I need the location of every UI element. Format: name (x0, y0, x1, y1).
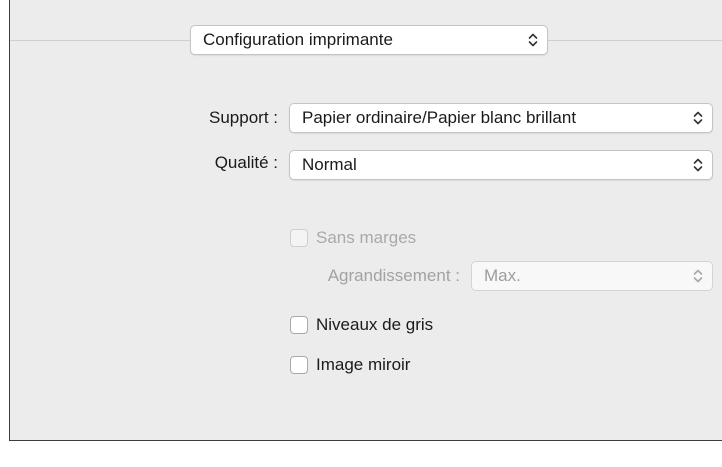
chevron-updown-icon (692, 262, 704, 290)
grayscale-checkbox-row[interactable]: Niveaux de gris (290, 315, 433, 335)
grayscale-label: Niveaux de gris (316, 315, 434, 334)
mirror-image-label: Image miroir (316, 355, 411, 374)
quality-label: Qualité : (214, 153, 278, 172)
support-popup[interactable]: Papier ordinaire/Papier blanc brillant (289, 103, 713, 133)
support-label: Support : (209, 108, 278, 127)
printer-settings-popup-value: Configuration imprimante (203, 30, 393, 49)
chevron-updown-icon (692, 151, 704, 179)
header-divider-left (10, 40, 190, 41)
borderless-checkbox[interactable] (290, 229, 308, 247)
mirror-image-checkbox[interactable] (290, 356, 308, 374)
support-popup-value: Papier ordinaire/Papier blanc brillant (302, 108, 577, 127)
chevron-updown-icon (692, 104, 704, 132)
quality-popup[interactable]: Normal (289, 150, 713, 180)
mirror-image-checkbox-row[interactable]: Image miroir (290, 355, 410, 375)
enlargement-label: Agrandissement : (327, 266, 460, 285)
enlargement-popup[interactable]: Max. (471, 261, 713, 291)
print-dialog-frame: Configuration imprimante Support : Papie… (0, 0, 722, 467)
borderless-checkbox-row[interactable]: Sans marges (290, 228, 416, 248)
printer-settings-popup[interactable]: Configuration imprimante (190, 25, 548, 55)
enlargement-popup-value: Max. (484, 266, 521, 285)
chevron-updown-icon (527, 26, 539, 54)
grayscale-checkbox[interactable] (290, 316, 308, 334)
header-divider-right (548, 40, 722, 41)
quality-popup-value: Normal (302, 155, 357, 174)
borderless-label: Sans marges (316, 228, 417, 247)
